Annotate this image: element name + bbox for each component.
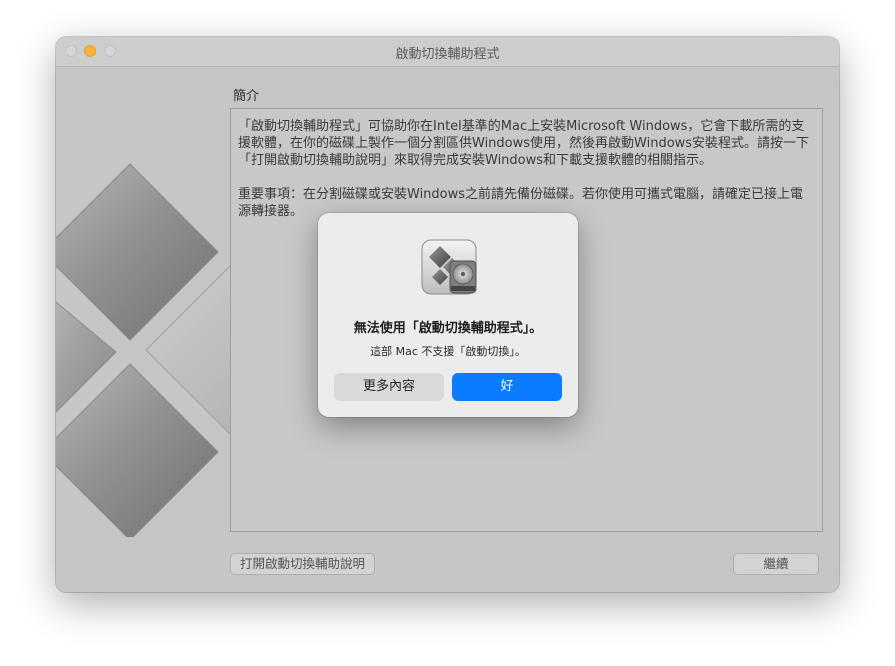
boot-camp-assistant-icon bbox=[421, 239, 477, 295]
alert-message: 這部 Mac 不支援「啟動切換」。 bbox=[370, 345, 526, 358]
open-help-button[interactable]: 打開啟動切換輔助說明 bbox=[230, 553, 376, 575]
continue-button[interactable]: 繼續 bbox=[733, 553, 819, 575]
title-bar: 啟動切換輔助程式 bbox=[56, 37, 839, 67]
alert-title: 無法使用「啟動切換輔助程式」。 bbox=[353, 321, 543, 336]
intro-paragraph: 「啟動切換輔助程式」可協助你在Intel基準的Mac上安裝Microsoft W… bbox=[238, 119, 810, 168]
alert-dialog: 無法使用「啟動切換輔助程式」。 這部 Mac 不支援「啟動切換」。 更多內容 好 bbox=[318, 213, 578, 417]
section-title: 簡介 bbox=[233, 89, 260, 104]
ok-button[interactable]: 好 bbox=[452, 373, 562, 401]
more-info-button[interactable]: 更多內容 bbox=[334, 373, 444, 401]
window-title: 啟動切換輔助程式 bbox=[395, 47, 500, 62]
